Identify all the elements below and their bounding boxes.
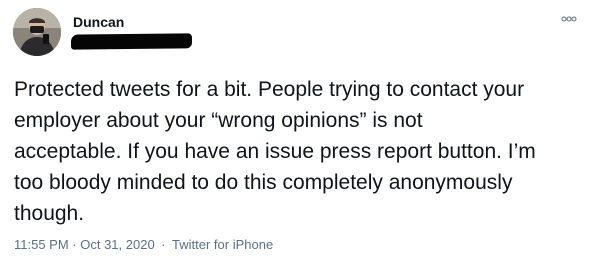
tweet-text-line: acceptable. If you have an issue press r… (14, 140, 536, 163)
avatar[interactable] (13, 8, 61, 56)
more-dots-icon (561, 16, 577, 22)
tweet-card: Duncan Protected tweets for a bit. Peopl… (0, 0, 594, 270)
tweet-text-line: Protected tweets for a bit. People tryin… (14, 78, 525, 101)
more-options-button[interactable] (559, 10, 579, 28)
tweet-text-line: though. (14, 202, 85, 225)
tweet-metadata: 11:55 PM · Oct 31, 2020 · Twitter for iP… (14, 237, 273, 252)
tweet-text-line: too bloody minded to do this completely … (14, 171, 513, 194)
author-display-name[interactable]: Duncan (73, 14, 124, 30)
redacted-handle (70, 33, 193, 50)
profile-photo-icon (13, 8, 61, 56)
tweet-timestamp[interactable]: 11:55 PM · Oct 31, 2020 (14, 237, 155, 252)
tweet-text-line: employer about your “wrong opinions” is … (14, 109, 423, 132)
tweet-source[interactable]: Twitter for iPhone (172, 237, 273, 252)
tweet-text: Protected tweets for a bit. People tryin… (14, 74, 588, 229)
meta-separator: · (161, 237, 166, 252)
